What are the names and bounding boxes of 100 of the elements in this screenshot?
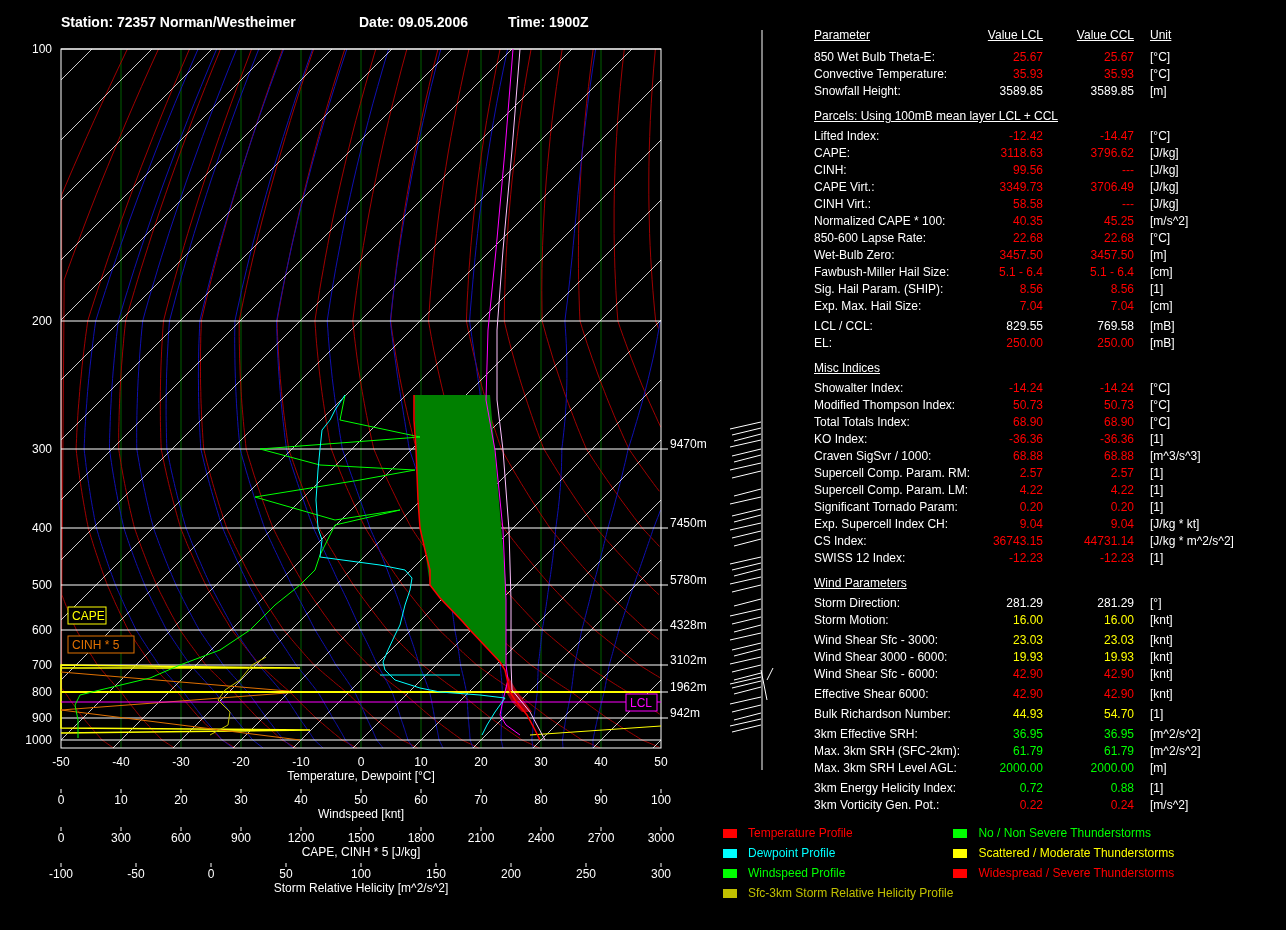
ccl-value: 4.22 [1109,482,1134,499]
ccl-value: 44731.14 [1082,533,1134,550]
ccl-value: 2.57 [1109,465,1134,482]
lcl-value: 0.72 [1018,780,1043,797]
unit-label: [knt] [1150,666,1173,683]
ccl-value: 9.04 [1109,516,1134,533]
unit-label: [J/kg] [1150,179,1179,196]
unit-label: [m^2/s^2] [1150,726,1201,743]
lcl-value: 44.93 [1011,706,1043,723]
axis-tick-label: 3000 [647,831,675,845]
ccl-value: 25.67 [1102,49,1134,66]
column-header: Parameter [814,28,871,42]
axis-tick-label: 50 [654,755,668,769]
axis-tick-label: -50 [127,867,145,881]
parameter-name: Lifted Index: [814,128,881,145]
parameter-name: Sig. Hail Param. (SHIP): [814,281,945,298]
station-title: Station: 72357 Norman/Westheimer [61,14,296,30]
unit-label: [knt] [1150,612,1173,629]
axis-tick-label: 300 [651,867,671,881]
height-label: 5780m [670,573,707,587]
unit-label: [m^2/s^2] [1150,743,1201,760]
axis-tick-label: 600 [171,831,191,845]
parameter-name: Max. 3km SRH Level AGL: [814,760,958,777]
parameter-name: Snowfall Height: [814,83,902,100]
ccl-value: 3589.85 [1089,83,1134,100]
pressure-label: 1000 [25,733,52,747]
lcl-value: 99.56 [1011,162,1043,179]
parameter-name: Fawbush-Miller Hail Size: [814,264,951,281]
parameter-name: LCL / CCL: [814,318,874,335]
parameter-name: Supercell Comp. Param. RM: [814,465,972,482]
axis-tick-label: 2100 [467,831,495,845]
axis-title: Windspeed [knt] [318,807,404,821]
column-header: Value LCL [987,28,1043,42]
legend-label: No / Non Severe Thunderstorms [978,825,1151,842]
unit-label: [J/kg * kt] [1150,516,1200,533]
ccl-value: 54.70 [1102,706,1134,723]
ccl-value: 36.95 [1102,726,1134,743]
lcl-value: 22.68 [1011,230,1043,247]
time-title: Time: 1900Z [508,14,589,30]
parameter-name: Showalter Index: [814,380,905,397]
axis-tick-label: 30 [534,755,548,769]
axis-tick-label: 10 [414,755,428,769]
ccl-value: 250.00 [1096,335,1134,352]
ccl-value: 7.04 [1109,298,1134,315]
parameter-name: Storm Motion: [814,612,890,629]
parameter-name: EL: [814,335,833,352]
ccl-value: 61.79 [1102,743,1134,760]
pressure-label: 100 [31,42,52,56]
unit-label: [m/s^2] [1150,797,1189,814]
ccl-value: 8.56 [1109,281,1134,298]
lcl-value: 8.56 [1018,281,1043,298]
lcl-value: 0.20 [1018,499,1043,516]
unit-label: [J/kg] [1150,162,1179,179]
ccl-value: -14.47 [1098,128,1134,145]
axis-tick-label: 200 [501,867,521,881]
ccl-value: 281.29 [1096,595,1134,612]
legend-label: Sfc-3km Storm Relative Helicity Profile [748,885,954,902]
pressure-label: 500 [31,578,52,592]
axis-title: CAPE, CINH * 5 [J/kg] [301,845,421,859]
axis-tick-label: -30 [172,755,190,769]
lcl-value: 3349.73 [998,179,1043,196]
parameter-name: KO Index: [814,431,869,448]
unit-label: [cm] [1150,298,1173,315]
pressure-label: 300 [31,442,52,456]
unit-label: [J/kg] [1150,145,1179,162]
pressure-label: 600 [31,623,52,637]
ccl-value: -36.36 [1098,431,1134,448]
pressure-label: 800 [31,685,52,699]
parameter-name: 3km Vorticity Gen. Pot.: [814,797,941,814]
ccl-value: 23.03 [1102,632,1134,649]
parameter-name: Wind Shear Sfc - 3000: [814,632,940,649]
ccl-value: 16.00 [1102,612,1134,629]
ccl-value: 3796.62 [1089,145,1134,162]
ccl-value: 0.24 [1109,797,1134,814]
cin-area [505,676,532,712]
ccl-value: 42.90 [1102,686,1134,703]
ccl-value: 35.93 [1102,66,1134,83]
ccl-value: 3457.50 [1089,247,1134,264]
axis-tick-label: -40 [112,755,130,769]
axis-title: Storm Relative Helicity [m^2/s^2] [273,881,449,895]
parameter-name: Effective Shear 6000: [814,686,930,703]
legend-label: Temperature Profile [748,825,853,842]
axis-tick-label: 60 [414,793,428,807]
ccl-value: 769.58 [1096,318,1134,335]
parameter-name: Bulk Richardson Number: [814,706,952,723]
legend-label: Windspeed Profile [748,865,846,882]
axis-tick-label: 0 [357,755,365,769]
axis-title: Temperature, Dewpoint [°C] [287,769,435,783]
lcl-value: 2000.00 [998,760,1043,777]
unit-label: [1] [1150,780,1164,797]
axis-tick-label: 1500 [347,831,375,845]
axis-tick-label: 70 [474,793,488,807]
ccl-value: 68.90 [1102,414,1134,431]
unit-label: [°C] [1150,66,1171,83]
parameter-name: CS Index: [814,533,868,550]
unit-label: [cm] [1150,264,1173,281]
axis-tick-label: 50 [279,867,293,881]
ccl-value: 0.20 [1109,499,1134,516]
unit-label: [J/kg] [1150,196,1179,213]
pressure-label: 200 [31,314,52,328]
